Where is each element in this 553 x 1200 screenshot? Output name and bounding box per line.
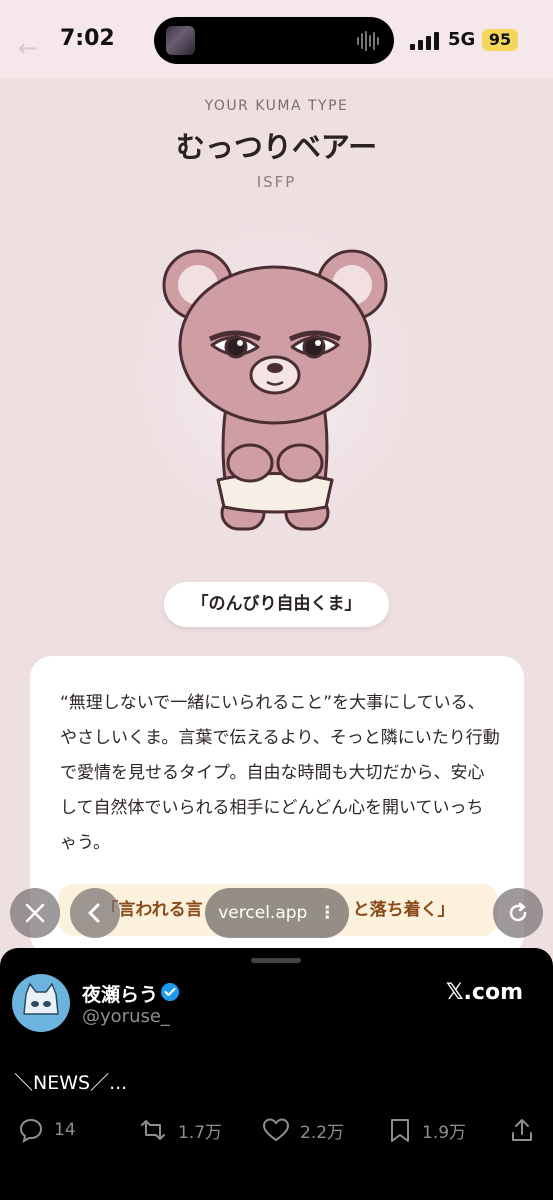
description-text: “無理しないで一緒にいられること”を大事にしている、やさしいくま。言葉で伝えるよ… <box>60 693 500 853</box>
reply-button[interactable]: 14 <box>18 1116 76 1144</box>
status-bar: ← 7:02 5G 95 <box>0 0 553 78</box>
author-handle[interactable]: @yoruse_ <box>82 1006 170 1027</box>
type-code: ISFP <box>256 173 297 191</box>
tweet-text[interactable]: ＼NEWS／... <box>14 1068 127 1095</box>
repost-button[interactable]: 1.7万 <box>138 1116 222 1144</box>
author-name[interactable]: 夜瀬らう <box>82 980 158 1007</box>
bookmark-button[interactable]: 1.9万 <box>388 1116 466 1144</box>
battery-level: 95 <box>482 29 518 51</box>
signal-icon <box>410 32 439 50</box>
wave-icon <box>357 31 379 51</box>
url-bar[interactable]: vercel.app ⋮ <box>205 888 349 938</box>
close-button[interactable] <box>10 888 60 938</box>
avatar-image <box>23 982 59 1015</box>
like-button[interactable]: 2.2万 <box>262 1116 344 1144</box>
bear-illustration <box>162 249 388 531</box>
more-icon[interactable]: ⋮ <box>319 903 336 923</box>
chevron-left-icon <box>88 903 100 923</box>
sheet-grabber[interactable] <box>251 958 301 963</box>
close-icon <box>25 903 45 923</box>
result-eyebrow: YOUR KUMA TYPE <box>204 98 349 114</box>
verified-icon <box>161 983 179 1001</box>
reload-button[interactable] <box>493 888 543 938</box>
x-brand-link[interactable]: 𝕏.com <box>446 980 523 1005</box>
bookmark-icon <box>391 1119 409 1142</box>
type-name: むっつりベアー <box>175 130 378 164</box>
quote-text-right: と落ち着く」 <box>352 900 455 920</box>
x-post-sheet[interactable]: 夜瀬らう @yoruse_ 𝕏.com ＼NEWS／... 14 1.7万 2.… <box>0 948 553 1200</box>
back-button[interactable] <box>70 888 120 938</box>
bookmark-count: 1.9万 <box>422 1122 467 1143</box>
now-playing-artwork <box>166 26 195 55</box>
reload-icon <box>509 902 527 922</box>
like-icon <box>262 1118 290 1142</box>
url-text: vercel.app <box>218 903 308 923</box>
dynamic-island[interactable] <box>154 17 394 64</box>
share-button[interactable] <box>510 1116 544 1144</box>
network-type: 5G <box>448 29 476 50</box>
avatar[interactable] <box>12 974 70 1032</box>
repost-count: 1.7万 <box>178 1122 223 1143</box>
like-count: 2.2万 <box>300 1122 345 1143</box>
share-icon <box>512 1119 532 1141</box>
reply-icon <box>19 1118 43 1143</box>
repost-icon <box>141 1120 165 1140</box>
back-arrow-icon[interactable]: ← <box>18 34 38 62</box>
status-time: 7:02 <box>60 26 115 51</box>
tweet-actions: 14 1.7万 2.2万 1.9万 <box>0 1116 553 1146</box>
reply-count: 14 <box>54 1120 76 1140</box>
nickname-badge: 「のんびり自由くま」 <box>164 582 389 627</box>
